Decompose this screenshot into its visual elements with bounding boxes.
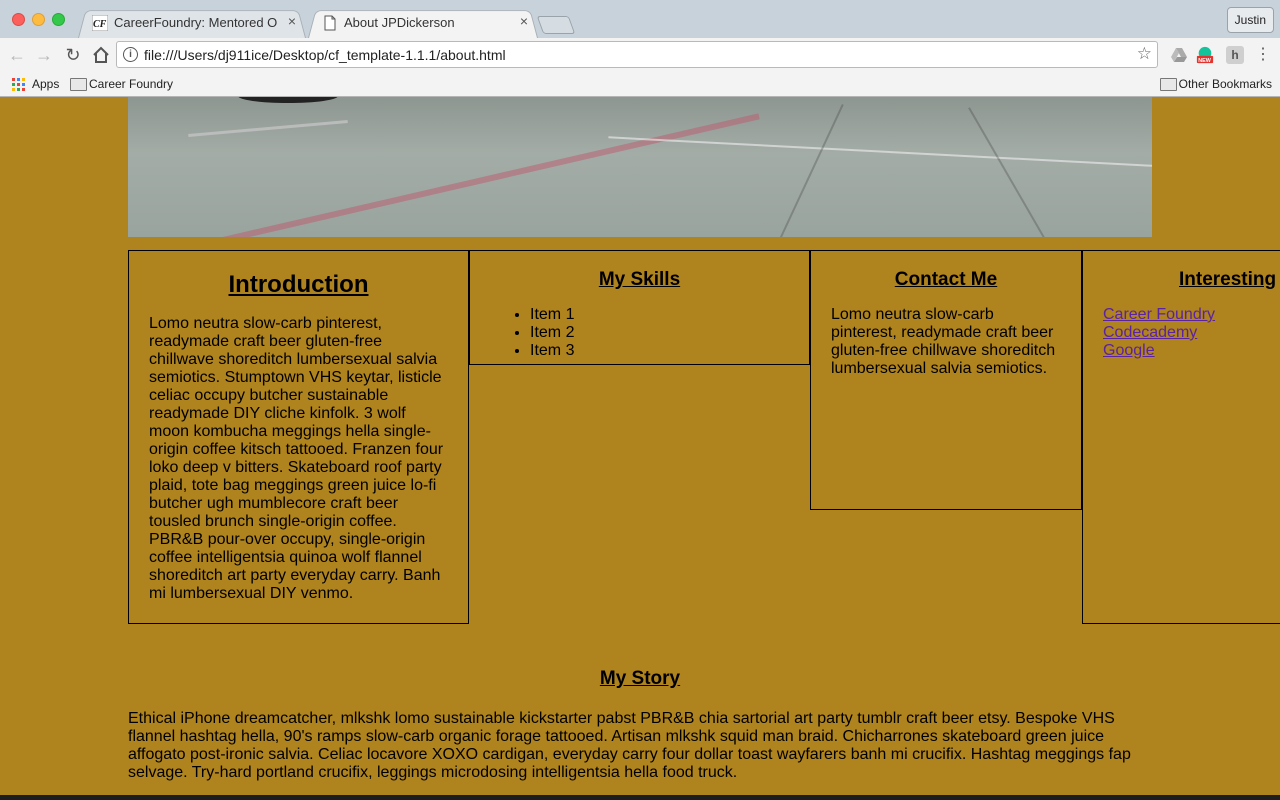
bookmarks-bar: Apps Career Foundry Other Bookmarks [0,72,1280,97]
introduction-text: Lomo neutra slow-carb pinterest, readyma… [149,315,444,602]
forward-arrow-icon[interactable]: → [33,44,55,66]
grammarly-icon[interactable]: NEW [1196,46,1214,64]
window-close-button[interactable] [12,13,25,26]
title-bar: CF CareerFoundry: Mentored Onli × About … [0,0,1280,38]
link-codecademy[interactable]: Codecademy [1103,324,1280,342]
tab-close-icon[interactable]: × [288,13,296,29]
google-drive-icon[interactable] [1170,46,1188,64]
menu-icon[interactable]: ⋮ [1254,46,1272,64]
info-icon[interactable]: i [123,47,138,62]
apps-grid-icon [12,78,25,91]
profile-button[interactable]: Justin [1226,7,1274,33]
window-bottom-edge [0,795,1280,800]
introduction-heading: Introduction [228,271,369,298]
bookmark-label: Other Bookmarks [1178,77,1272,91]
bookmark-apps[interactable]: Apps [12,76,59,92]
new-tab-button[interactable] [536,16,576,34]
contact-section: Contact Me Lomo neutra slow-carb pintere… [810,250,1082,510]
bookmark-career-foundry[interactable]: Career Foundry [70,76,173,92]
link-google[interactable]: Google [1103,342,1280,360]
svg-text:NEW: NEW [1198,58,1211,64]
home-icon[interactable] [90,44,112,66]
window-minimize-button[interactable] [32,13,45,26]
interesting-heading: Interesting [1179,269,1277,290]
hero-image [128,97,1152,237]
story-heading: My Story [599,668,681,689]
careerfoundry-favicon-icon: CF [92,15,108,31]
contact-text: Lomo neutra slow-carb pinterest, readyma… [831,306,1056,377]
address-bar[interactable]: i file:///Users/dj911ice/Desktop/cf_temp… [116,41,1158,68]
links-list: Career Foundry Codecademy Google [1103,306,1280,360]
folder-icon [1159,78,1177,91]
bookmark-other-bookmarks[interactable]: Other Bookmarks [1159,76,1272,92]
tab-careerfoundry[interactable]: CF CareerFoundry: Mentored Onli × [78,8,306,38]
back-arrow-icon[interactable]: ← [6,44,28,66]
reload-icon[interactable]: ↻ [62,44,84,66]
introduction-section: Introduction Lomo neutra slow-carb pinte… [128,250,469,624]
browser-toolbar: ← → ↻ i file:///Users/dj911ice/Desktop/c… [0,38,1280,72]
bookmark-label: Career Foundry [89,77,174,91]
bookmark-label: Apps [32,77,60,91]
list-item: Item 3 [530,342,789,360]
tab-about-jpdickerson[interactable]: About JPDickerson × [308,8,538,38]
interesting-section: Interesting Career Foundry Codecademy Go… [1082,250,1280,624]
skills-section: My Skills Item 1 Item 2 Item 3 [469,250,810,365]
tab-title: CareerFoundry: Mentored Onli [114,15,278,30]
url-text[interactable]: file:///Users/dj911ice/Desktop/cf_templa… [144,47,506,63]
extension-icon[interactable]: h [1226,46,1244,64]
link-career-foundry[interactable]: Career Foundry [1103,306,1280,324]
window-maximize-button[interactable] [52,13,65,26]
story-text: Ethical iPhone dreamcatcher, mlkshk lomo… [128,710,1131,781]
skills-heading: My Skills [598,269,681,290]
skills-list: Item 1 Item 2 Item 3 [490,306,789,360]
bookmark-star-icon[interactable]: ☆ [1137,44,1152,64]
document-icon [324,15,336,31]
folder-icon [70,78,87,91]
contact-heading: Contact Me [894,269,998,290]
tab-close-icon[interactable]: × [520,13,528,29]
web-page: Introduction Lomo neutra slow-carb pinte… [0,97,1280,800]
list-item: Item 2 [530,324,789,342]
list-item: Item 1 [530,306,789,324]
story-section: My Story Ethical iPhone dreamcatcher, ml… [128,667,1152,782]
tab-title: About JPDickerson [344,15,455,30]
svg-text:CF: CF [93,19,107,30]
